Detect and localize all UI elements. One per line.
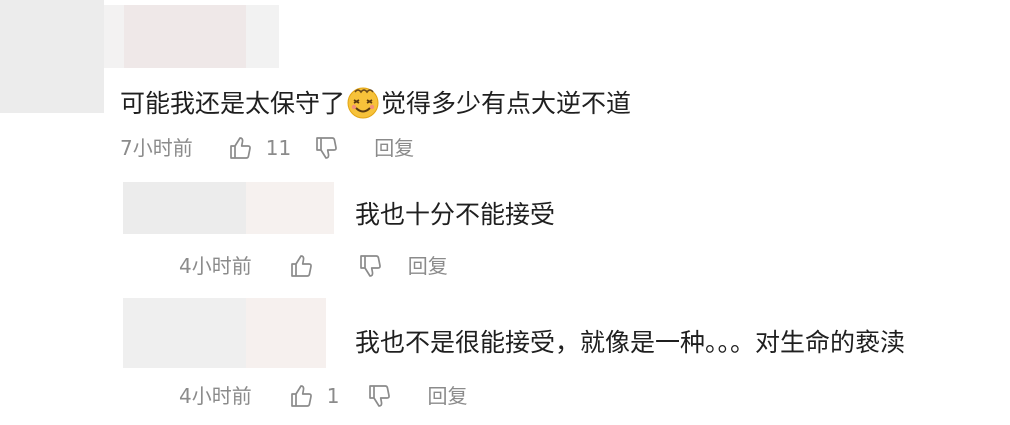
like-count: 1 — [326, 384, 340, 408]
like-count: 11 — [265, 136, 292, 160]
timestamp: 4小时前 — [179, 384, 252, 408]
thumb-up-icon — [289, 383, 315, 409]
like-button[interactable] — [289, 253, 315, 279]
thumb-down-icon — [358, 253, 384, 279]
dislike-button[interactable] — [358, 253, 384, 279]
thumb-down-icon — [367, 383, 393, 409]
dislike-button[interactable] — [367, 383, 393, 409]
reply-text: 我也十分不能接受 — [355, 200, 556, 229]
dislike-button[interactable] — [314, 135, 340, 161]
like-button[interactable]: 1 — [289, 381, 340, 411]
blurred-avatar — [123, 298, 246, 368]
timestamp: 4小时前 — [179, 254, 252, 278]
blurred-username — [124, 5, 246, 68]
comment-text-part: 觉得多少有点大逆不道 — [381, 89, 632, 118]
blurred-avatar — [123, 182, 246, 234]
blurred-username — [104, 5, 126, 68]
comment-text: 可能我还是太保守了 觉得多少有点大逆不道 — [120, 85, 631, 119]
reply-text: 我也不是很能接受，就像是一种。。。对生命的亵渎 — [355, 328, 906, 357]
timestamp: 7小时前 — [120, 136, 193, 160]
reply-meta: 4小时前 1 回复 — [179, 381, 467, 411]
blurred-username — [246, 5, 279, 68]
reply-meta: 4小时前 回复 — [179, 251, 448, 281]
comment-text-part: 可能我还是太保守了 — [120, 89, 346, 118]
like-button[interactable]: 11 — [228, 133, 291, 163]
reply-button[interactable]: 回复 — [408, 251, 448, 281]
blurred-username — [246, 182, 334, 234]
thumb-up-icon — [289, 253, 315, 279]
thumb-down-icon — [314, 135, 340, 161]
reply-button[interactable]: 回复 — [427, 381, 467, 411]
dizzy-face-emoji — [346, 85, 380, 119]
reply-button[interactable]: 回复 — [374, 133, 414, 163]
thumb-up-icon — [228, 135, 254, 161]
blurred-avatar — [0, 0, 104, 113]
blurred-username — [246, 298, 326, 368]
comment-meta: 7小时前 11 回复 — [120, 133, 414, 163]
